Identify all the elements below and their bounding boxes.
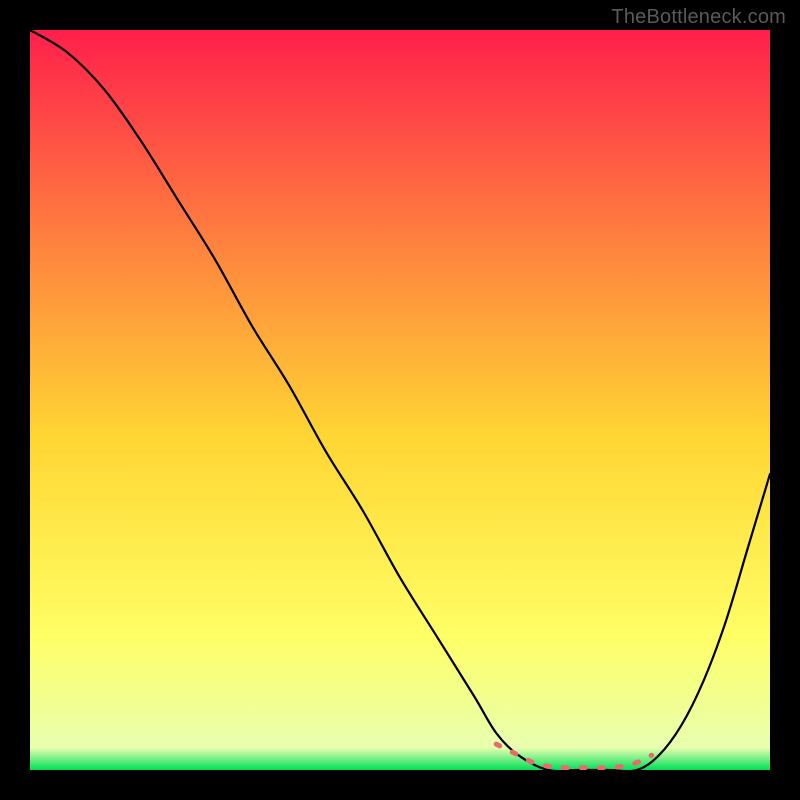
chart-svg — [30, 30, 770, 770]
watermark-text: TheBottleneck.com — [611, 6, 786, 29]
chart-container: TheBottleneck.com — [0, 0, 800, 800]
chart-plot — [30, 30, 770, 770]
